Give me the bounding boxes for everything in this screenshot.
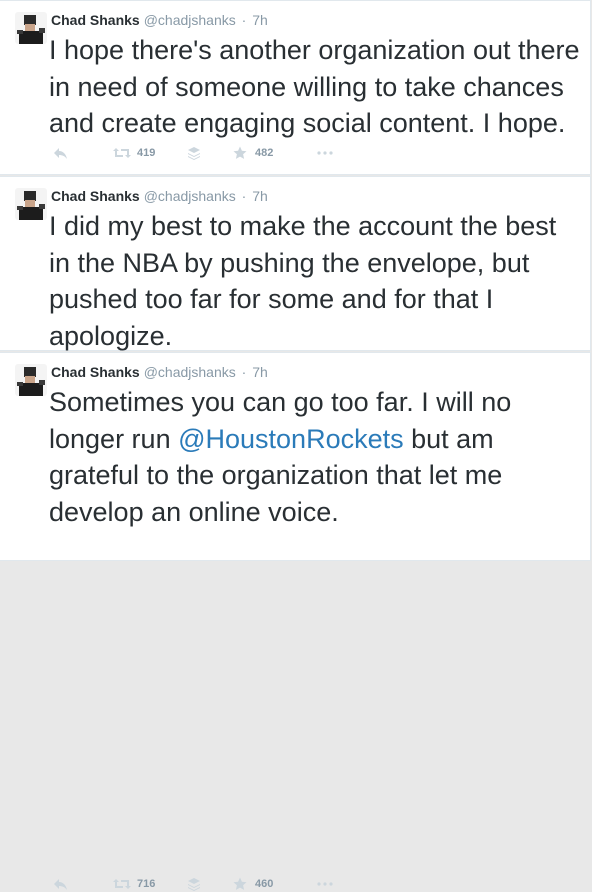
timestamp[interactable]: 7h xyxy=(252,12,268,28)
reply-icon xyxy=(53,146,69,160)
reply-button[interactable] xyxy=(53,145,69,161)
ellipsis-icon xyxy=(317,882,333,886)
tweet-header: Chad Shanks @chadjshanks · 7h xyxy=(51,363,268,381)
timestamp[interactable]: 7h xyxy=(252,364,268,380)
more-button[interactable] xyxy=(317,876,333,892)
retweet-count: 716 xyxy=(137,878,156,890)
tweet-text: I hope there's another organization out … xyxy=(49,35,580,138)
retweet-button[interactable]: 716 xyxy=(113,876,155,892)
display-name[interactable]: Chad Shanks xyxy=(51,364,140,380)
reply-icon xyxy=(53,877,69,891)
favorite-count: 460 xyxy=(255,878,274,890)
tweet-text: I did my best to make the account the be… xyxy=(49,211,557,351)
tweet-header: Chad Shanks @chadjshanks · 7h xyxy=(51,11,268,29)
retweet-count: 419 xyxy=(137,147,156,159)
timestamp[interactable]: 7h xyxy=(252,188,268,204)
separator-dot: · xyxy=(241,12,247,28)
tweet-card[interactable]: Chad Shanks @chadjshanks · 7h I hope ther… xyxy=(0,0,591,175)
buffer-button[interactable] xyxy=(188,876,200,892)
more-button[interactable] xyxy=(317,145,333,161)
retweet-button[interactable]: 419 xyxy=(113,145,155,161)
tweet-card[interactable]: Chad Shanks @chadjshanks · 7h Sometimes y… xyxy=(0,352,591,891)
avatar[interactable] xyxy=(15,188,47,220)
favorite-button[interactable]: 460 xyxy=(233,876,273,892)
user-handle[interactable]: @chadjshanks xyxy=(144,364,236,380)
reply-button[interactable] xyxy=(53,876,69,892)
user-handle[interactable]: @chadjshanks xyxy=(144,12,236,28)
ellipsis-icon xyxy=(317,151,333,155)
retweet-icon xyxy=(113,878,131,890)
user-handle[interactable]: @chadjshanks xyxy=(144,188,236,204)
retweet-icon xyxy=(113,147,131,159)
tweet-timeline: Chad Shanks @chadjshanks · 7h I hope ther… xyxy=(0,0,592,891)
buffer-stack-icon xyxy=(188,146,200,160)
separator-dot: · xyxy=(241,364,247,380)
favorite-count: 482 xyxy=(255,147,274,159)
avatar[interactable] xyxy=(15,12,47,44)
separator-dot: · xyxy=(241,188,247,204)
tweet-text: Sometimes you can go too far. I will no … xyxy=(49,384,584,530)
avatar[interactable] xyxy=(15,364,47,396)
star-icon xyxy=(233,146,247,160)
tweet-header: Chad Shanks @chadjshanks · 7h xyxy=(51,187,268,205)
buffer-button[interactable] xyxy=(188,145,200,161)
favorite-button[interactable]: 482 xyxy=(233,145,273,161)
tweet-card[interactable]: Chad Shanks @chadjshanks · 7h I did my be… xyxy=(0,176,591,510)
display-name[interactable]: Chad Shanks xyxy=(51,188,140,204)
mention-link[interactable]: @HoustonRockets xyxy=(178,424,404,454)
buffer-stack-icon xyxy=(188,877,200,891)
star-icon xyxy=(233,877,247,891)
display-name[interactable]: Chad Shanks xyxy=(51,12,140,28)
